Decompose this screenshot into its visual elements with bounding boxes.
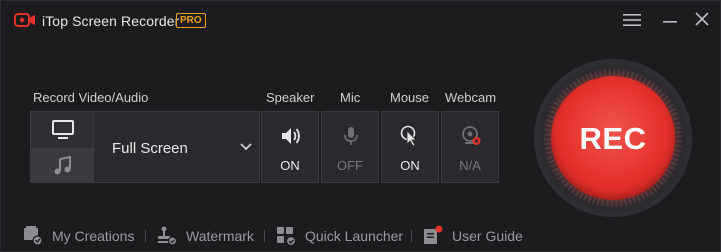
microphone-icon <box>344 127 358 145</box>
speaker-toggle[interactable]: ON <box>261 111 319 183</box>
quick-launcher-label: Quick Launcher <box>305 228 404 244</box>
my-creations-icon <box>24 226 43 246</box>
footer-divider <box>145 230 146 242</box>
menu-icon[interactable] <box>622 11 642 29</box>
rec-button[interactable]: REC <box>551 76 675 200</box>
app-window: iTop Screen Recorder PRO Record Video/Au… <box>0 0 721 252</box>
mouse-label: Mouse <box>390 90 430 105</box>
user-guide-icon <box>424 225 443 244</box>
rec-label: REC <box>579 121 647 156</box>
my-creations-label: My Creations <box>52 228 135 244</box>
mouse-pointer-icon <box>400 125 417 147</box>
chevron-down-icon <box>240 143 252 151</box>
pro-badge: PRO <box>176 13 206 28</box>
user-guide-label: User Guide <box>452 228 523 244</box>
webcam-icon <box>462 126 481 145</box>
mouse-state: ON <box>400 158 420 173</box>
mic-toggle[interactable]: OFF <box>321 111 379 183</box>
record-area-dropdown[interactable]: Full Screen <box>94 112 259 182</box>
audio-mode-button[interactable] <box>31 148 94 183</box>
speaker-label: Speaker <box>266 90 315 105</box>
video-mode-button[interactable] <box>31 112 94 148</box>
close-icon[interactable] <box>692 11 712 29</box>
speaker-icon <box>282 128 300 144</box>
monitor-icon <box>52 120 74 139</box>
quick-launcher-icon <box>277 227 297 247</box>
watermark-label: Watermark <box>186 228 254 244</box>
footer-divider <box>264 230 265 242</box>
speaker-state: ON <box>280 158 300 173</box>
mic-state: OFF <box>337 158 363 173</box>
webcam-state: N/A <box>459 158 481 173</box>
webcam-toggle[interactable]: N/A <box>441 111 499 183</box>
logo-icon <box>14 13 35 27</box>
record-section-label: Record Video/Audio <box>33 90 149 105</box>
app-title: iTop Screen Recorder <box>42 13 180 29</box>
webcam-label: Webcam <box>445 90 497 105</box>
watermark-icon <box>158 226 178 246</box>
record-mode-panel: Full Screen <box>30 111 260 183</box>
minimize-icon[interactable] <box>660 11 680 29</box>
record-area-value: Full Screen <box>112 140 188 157</box>
mic-label: Mic <box>340 90 361 105</box>
footer-divider <box>411 230 412 242</box>
mouse-toggle[interactable]: ON <box>381 111 439 183</box>
title-bar: iTop Screen Recorder PRO <box>1 1 720 41</box>
music-icon <box>54 156 71 175</box>
